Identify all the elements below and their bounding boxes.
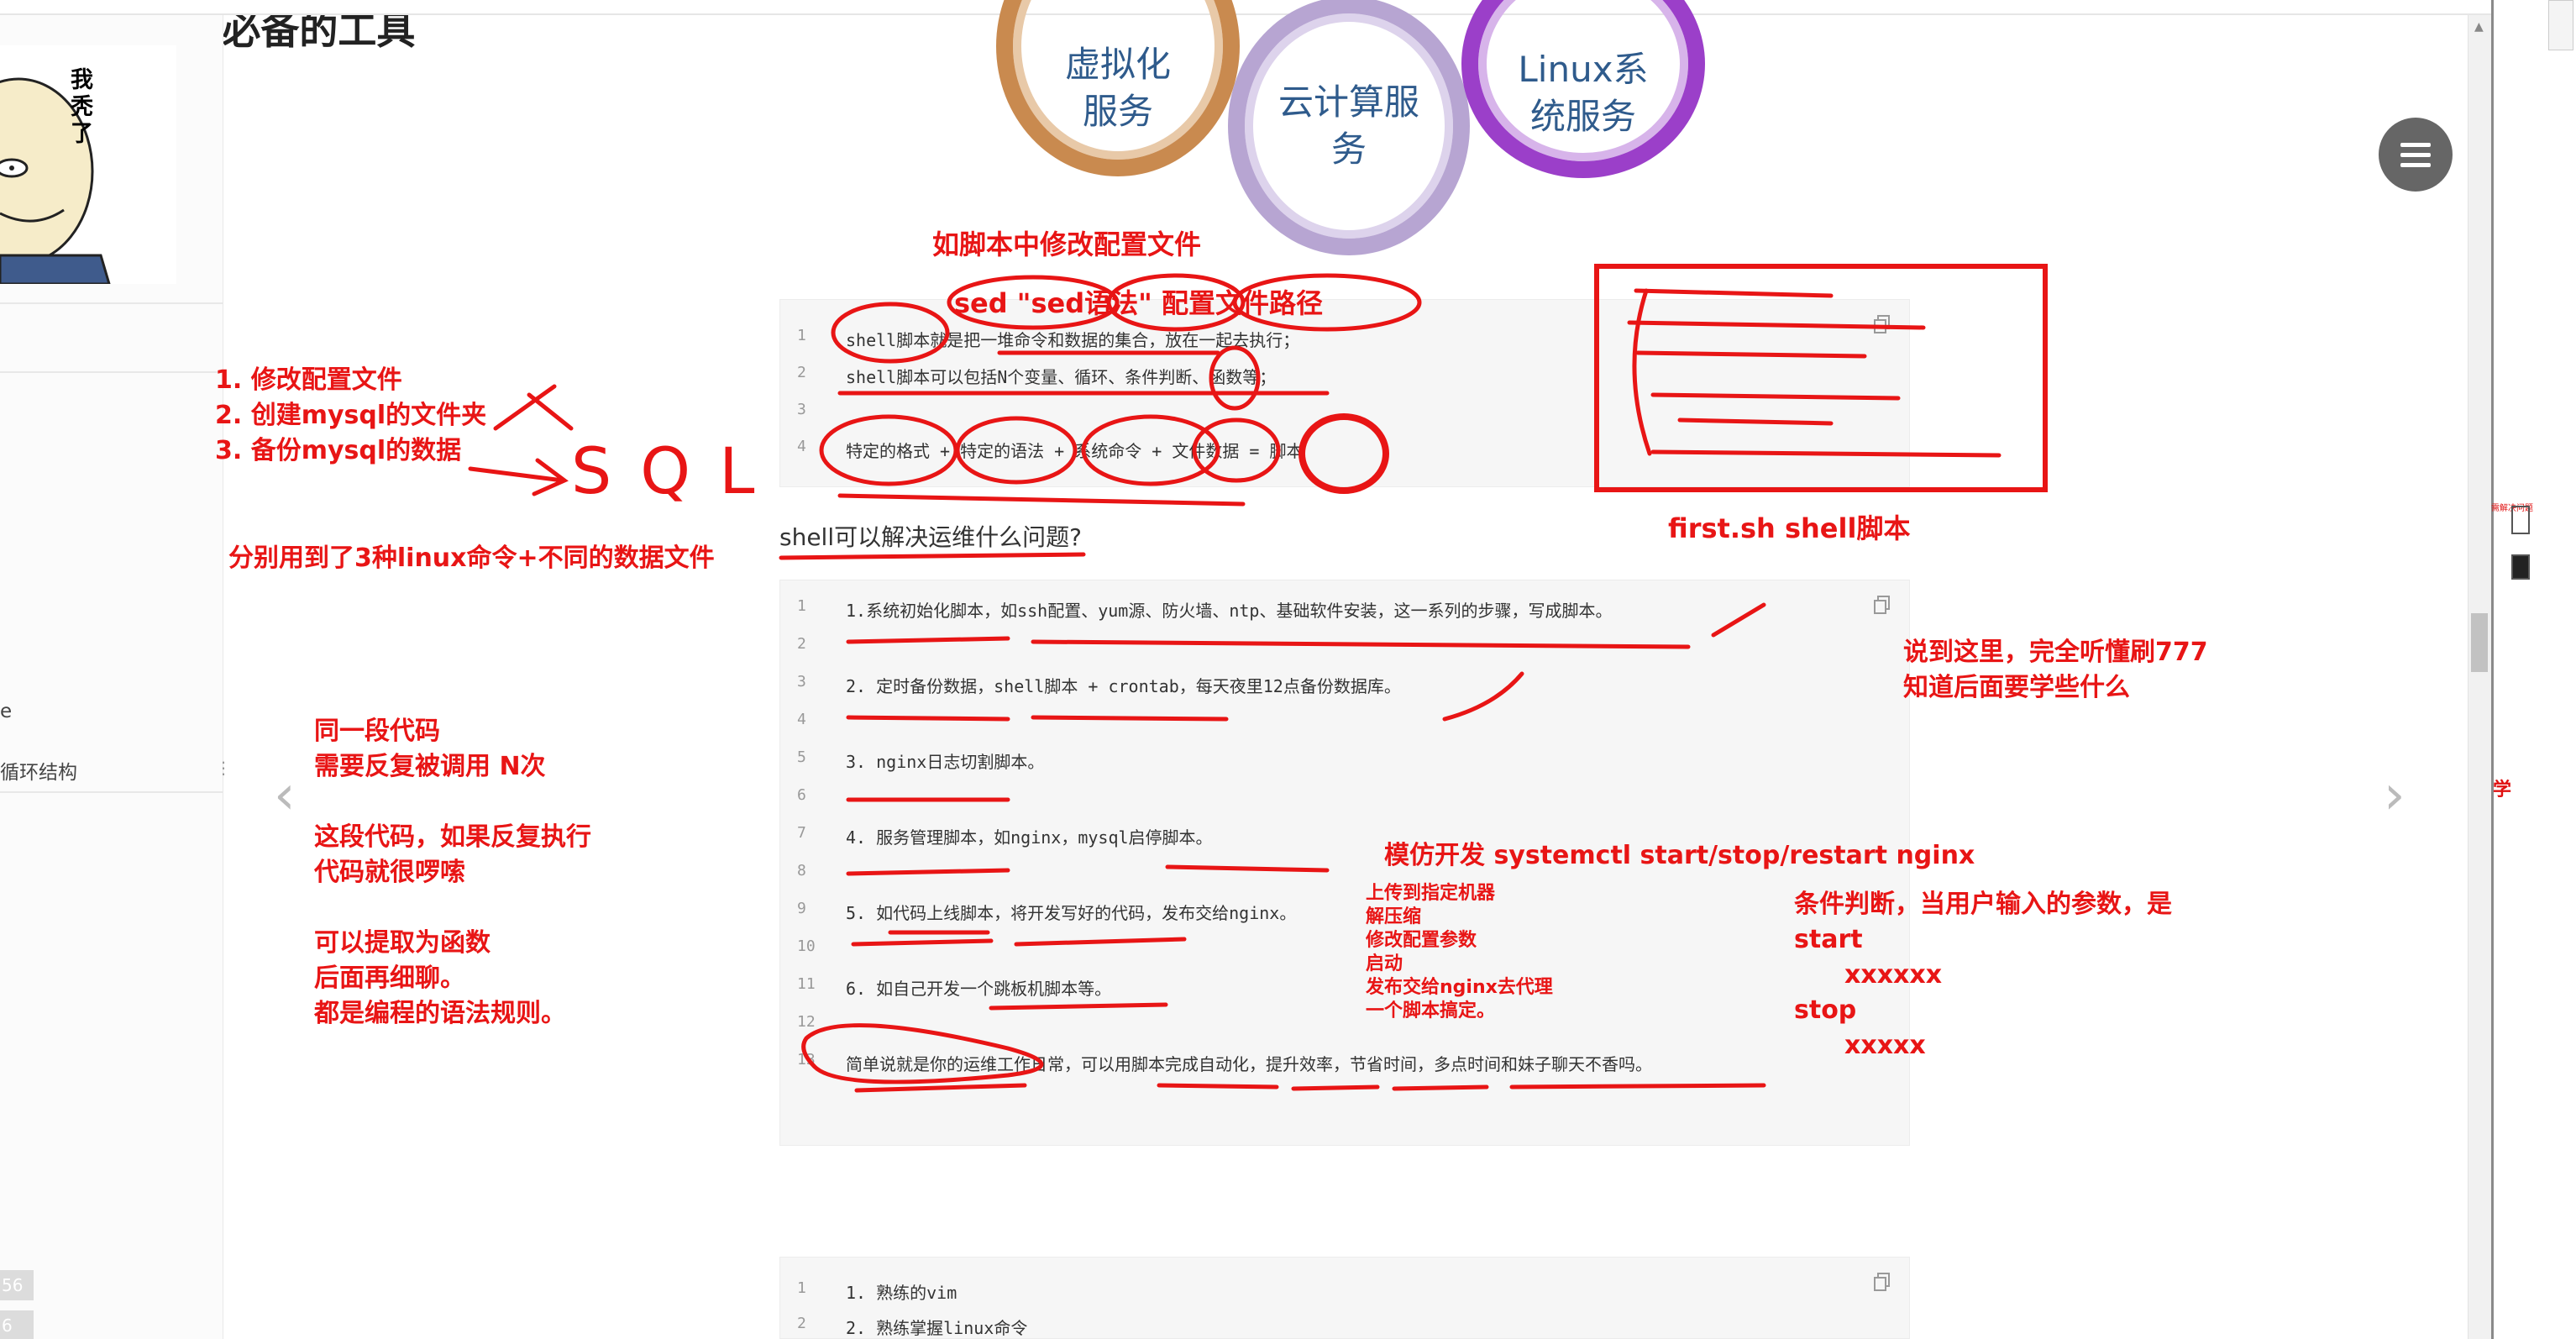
annotation-condition: 条件判断，当用户输入的参数，是 — [1794, 890, 2172, 919]
sidebar-item-e[interactable]: e — [0, 701, 12, 722]
annotation-step: 1. 修改配置文件 — [215, 365, 402, 395]
drag-handle-icon[interactable]: ⋮ — [215, 758, 232, 778]
annotation-deploy-step: 上传到指定机器 — [1366, 883, 1496, 904]
linux-service-circle: Linux系统服务 — [1461, 0, 1705, 178]
line-number: 5 — [797, 748, 806, 766]
code-text: 4. 服务管理脚本，如nginx，mysql启停脚本。 — [846, 827, 1213, 848]
avatar-caption: 我秃了 — [71, 67, 93, 147]
code-text: 6. 如自己开发一个跳板机脚本等。 — [846, 979, 1112, 999]
copy-icon[interactable] — [1874, 596, 1891, 614]
count-badge: 56 — [0, 1270, 34, 1300]
question-heading: shell可以解决运维什么问题? — [779, 523, 1082, 551]
code-text: 5. 如代码上线脚本，将开发写好的代码，发布交给nginx。 — [846, 903, 1297, 923]
next-arrow-icon[interactable]: › — [2384, 764, 2405, 827]
line-number: 2 — [797, 635, 806, 653]
annotation-same-code: 同一段代码 — [314, 717, 440, 746]
hamburger-icon — [2400, 142, 2431, 147]
annotation-step: 3. 备份mysql的数据 — [215, 436, 462, 465]
annotation-deploy-step: 发布交给nginx去代理 — [1366, 977, 1553, 998]
scrollbar-thumb[interactable] — [2471, 613, 2488, 672]
code-text: 2. 定时备份数据，shell脚本 + crontab，每天夜里12点备份数据库… — [846, 676, 1401, 696]
annotation-deploy-step: 解压缩 — [1366, 906, 1422, 927]
line-number: 13 — [797, 1051, 816, 1069]
annotation-modify-config: 如脚本中修改配置文件 — [932, 228, 1202, 260]
cloud-service-circle: 云计算服务 — [1228, 0, 1470, 255]
annotation-understand: 说到这里，完全听懂刷777 — [1903, 638, 2208, 667]
left-sidebar: 我秃了 e 循环结构 ⋮ 56 6 — [0, 15, 232, 1339]
annotation-condition: xxxxxx — [1844, 960, 1943, 990]
line-number: 8 — [797, 862, 806, 880]
annotation-deploy-step: 一个脚本搞定。 — [1366, 1000, 1496, 1021]
line-number: 10 — [797, 937, 816, 955]
sidebar-divider — [0, 371, 223, 373]
count-badge: 6 — [0, 1310, 34, 1339]
copy-icon[interactable] — [1874, 1273, 1891, 1291]
annotation-sed-syntax: sed "sed语法" 配置文件路径 — [954, 287, 1323, 319]
prev-arrow-icon[interactable]: ‹ — [274, 764, 296, 827]
avatar[interactable]: 我秃了 — [0, 45, 176, 284]
scroll-up-arrow-icon[interactable]: ▲ — [2474, 20, 2484, 34]
annotation-mimic: 模仿开发 systemctl start/stop/restart nginx — [1384, 841, 1975, 870]
line-number: 9 — [797, 900, 806, 917]
sidebar-divider — [0, 791, 223, 793]
scrollbar-track[interactable] — [2468, 15, 2493, 1339]
annotation-first-sh: first.sh shell脚本 — [1668, 512, 1911, 544]
annotation-three-commands: 分别用到了3种linux命令+不同的数据文件 — [228, 543, 715, 573]
annotation-step: 2. 创建mysql的文件夹 — [215, 401, 487, 430]
line-number: 12 — [797, 1013, 816, 1031]
right-panel-box — [2511, 506, 2530, 534]
right-panel — [2494, 0, 2576, 1339]
right-panel-text: 学 — [2493, 780, 2512, 801]
annotation-repeat: 这段代码，如果反复执行 — [314, 822, 591, 852]
code-text: 1.系统初始化脚本，如ssh配置、yum源、防火墙、ntp、基础软件安装，这一系… — [846, 601, 1613, 621]
code-text: 简单说就是你的运维工作日常，可以用脚本完成自动化，提升效率，节省时间，多点时间和… — [846, 1054, 1652, 1074]
sidebar-divider — [0, 302, 223, 304]
right-panel-box — [2511, 554, 2530, 580]
line-number: 1 — [797, 597, 806, 615]
annotation-function: 后面再细聊。 — [314, 964, 465, 993]
annotation-deploy-step: 启动 — [1366, 953, 1403, 974]
top-bar — [0, 0, 2491, 15]
annotation-sql: SQL — [571, 433, 784, 508]
line-number: 7 — [797, 824, 806, 842]
annotation-condition: start — [1794, 925, 1863, 954]
sidebar-item-loop-structure[interactable]: 循环结构 — [0, 756, 77, 785]
line-number: 6 — [797, 786, 806, 804]
annotation-function: 可以提取为函数 — [314, 928, 491, 958]
right-panel-control[interactable] — [2548, 0, 2573, 50]
annotation-understand: 知道后面要学些什么 — [1903, 673, 2130, 702]
annotation-function: 都是编程的语法规则。 — [314, 999, 566, 1028]
code-block: 1 1. 熟练的vim 2 2. 熟练掌握linux命令 — [779, 1257, 1910, 1339]
annotation-deploy-step: 修改配置参数 — [1366, 930, 1477, 951]
virtualization-service-circle: 虚拟化服务 — [996, 0, 1240, 176]
annotation-script-box — [1594, 264, 2048, 492]
annotation-same-code: 需要反复被调用 N次 — [314, 752, 546, 781]
line-number: 11 — [797, 975, 816, 993]
code-text: 3. nginx日志切割脚本。 — [846, 752, 1045, 772]
annotation-condition: xxxxx — [1844, 1031, 1926, 1060]
annotation-repeat: 代码就很啰嗦 — [314, 858, 465, 887]
annotation-condition: stop — [1794, 995, 1857, 1025]
menu-button[interactable] — [2379, 118, 2453, 192]
line-number: 4 — [797, 711, 806, 728]
line-number: 3 — [797, 673, 806, 691]
